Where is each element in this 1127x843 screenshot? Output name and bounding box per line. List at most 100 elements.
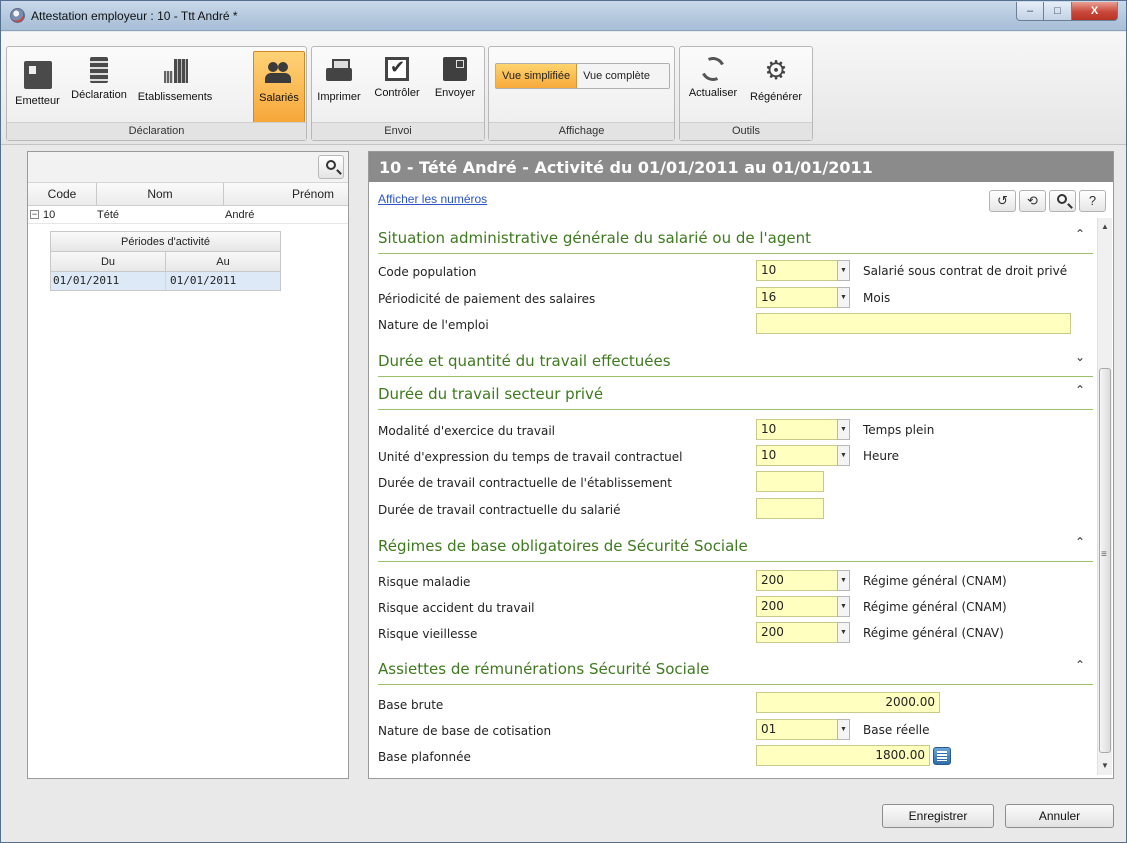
chevron-up-icon[interactable]: ⌃: [1075, 383, 1085, 397]
search-button[interactable]: [318, 155, 344, 179]
chevron-down-icon[interactable]: ▼: [837, 622, 850, 643]
scroll-up-icon[interactable]: ▲: [1098, 220, 1112, 234]
base-brute-field[interactable]: 2000.00: [756, 692, 940, 713]
vertical-scrollbar[interactable]: ▲ ▼: [1097, 218, 1112, 775]
section-header[interactable]: Situation administrative générale du sal…: [378, 223, 1093, 254]
employee-list-toolbar: [28, 152, 348, 183]
field-label: Nature de l'emploi: [378, 318, 489, 332]
chevron-up-icon[interactable]: ⌃: [1075, 535, 1085, 549]
section-header[interactable]: Durée du travail secteur privé ⌃: [378, 379, 1093, 410]
ribbon-group-label: Déclaration: [7, 122, 306, 140]
nature-base-field[interactable]: 01: [756, 719, 838, 740]
chevron-down-icon[interactable]: ▼: [837, 287, 850, 308]
column-header-au[interactable]: Au: [166, 252, 280, 271]
field-label: Unité d'expression du temps de travail c…: [378, 450, 683, 464]
period-start: 01/01/2011: [51, 272, 166, 290]
search-icon: [326, 160, 336, 170]
save-button[interactable]: Enregistrer: [882, 804, 994, 828]
field-description: Base réelle: [863, 723, 930, 737]
risque-accident-field[interactable]: 200: [756, 596, 838, 617]
field-label: Modalité d'exercice du travail: [378, 424, 555, 438]
search-button[interactable]: [1049, 190, 1076, 212]
printer-icon: [325, 57, 353, 85]
detail-scroll-area[interactable]: Situation administrative générale du sal…: [369, 218, 1097, 774]
column-header-prenom[interactable]: Prénom: [224, 183, 348, 205]
field-label: Risque maladie: [378, 575, 471, 589]
section-title: Assiettes de rémunérations Sécurité Soci…: [378, 660, 710, 678]
ribbon: Emetteur Déclaration Etablissements Sala…: [1, 32, 1126, 145]
vue-simplifiee-option[interactable]: Vue simplifiée: [496, 64, 578, 88]
section-header[interactable]: Régimes de base obligatoires de Sécurité…: [378, 531, 1093, 562]
gears-icon: ⚙: [764, 55, 788, 85]
send-icon: [443, 57, 467, 81]
ribbon-group-affichage: Vue simplifiée Vue complète Affichage: [488, 46, 675, 141]
close-button[interactable]: X: [1072, 2, 1118, 21]
chevron-down-icon[interactable]: ▼: [837, 260, 850, 281]
undo-button[interactable]: ↺: [989, 190, 1016, 212]
show-numbers-link[interactable]: Afficher les numéros: [378, 192, 487, 206]
code-population-field[interactable]: 10: [756, 260, 838, 281]
duree-etablissement-field[interactable]: [756, 471, 824, 492]
field-description: Régime général (CNAV): [863, 626, 1004, 640]
salaries-button[interactable]: Salariés: [253, 51, 305, 123]
scroll-down-icon[interactable]: ▼: [1098, 759, 1112, 773]
emetteur-button[interactable]: Emetteur: [11, 51, 64, 121]
field-label: Base plafonnée: [378, 750, 471, 764]
envoyer-button[interactable]: Envoyer: [429, 51, 481, 121]
undo-icon: ↺: [997, 193, 1008, 208]
chevron-down-icon[interactable]: ▼: [837, 419, 850, 440]
field-description: Régime général (CNAM): [863, 600, 1007, 614]
table-row[interactable]: 01/01/2011 01/01/2011: [51, 272, 280, 290]
chevron-down-icon[interactable]: ▼: [837, 570, 850, 591]
field-label: Base brute: [378, 698, 444, 712]
chevron-up-icon[interactable]: ⌃: [1075, 227, 1085, 241]
detail-title: 10 - Tété André - Activité du 01/01/2011…: [369, 152, 1113, 182]
refresh-button[interactable]: ⟲: [1019, 190, 1046, 212]
regenerer-button[interactable]: ⚙ Régénérer: [744, 51, 808, 121]
section-header[interactable]: Assiettes de rémunérations Sécurité Soci…: [378, 654, 1093, 685]
document-icon: [90, 57, 108, 83]
collapse-icon[interactable]: −: [30, 210, 39, 219]
field-label: Nature de base de cotisation: [378, 724, 552, 738]
view-toggle[interactable]: Vue simplifiée Vue complète: [495, 63, 670, 89]
risque-maladie-field[interactable]: 200: [756, 570, 838, 591]
column-header-du[interactable]: Du: [51, 252, 166, 271]
calculator-icon[interactable]: [933, 747, 951, 765]
field-label: Durée de travail contractuelle du salari…: [378, 503, 621, 517]
ribbon-group-outils: Actualiser ⚙ Régénérer Outils: [679, 46, 813, 141]
controler-button[interactable]: Contrôler: [367, 51, 427, 121]
chevron-up-icon[interactable]: ⌃: [1075, 658, 1085, 672]
column-header-code[interactable]: Code: [28, 183, 97, 205]
etablissements-button[interactable]: Etablissements: [135, 51, 215, 121]
scroll-thumb[interactable]: [1099, 368, 1111, 753]
chevron-down-icon[interactable]: ▼: [837, 596, 850, 617]
modalite-field[interactable]: 10: [756, 419, 838, 440]
section-header[interactable]: Durée et quantité du travail effectuées …: [378, 346, 1093, 377]
section-title: Durée du travail secteur privé: [378, 385, 604, 403]
help-button[interactable]: ?: [1079, 190, 1106, 212]
nature-emploi-field[interactable]: [756, 313, 1071, 334]
id-card-icon: [23, 61, 52, 89]
duree-salarie-field[interactable]: [756, 498, 824, 519]
column-header-nom[interactable]: Nom: [97, 183, 224, 205]
vue-complete-option[interactable]: Vue complète: [577, 64, 656, 88]
risque-vieillesse-field[interactable]: 200: [756, 622, 838, 643]
title-bar[interactable]: Attestation employeur : 10 - Ttt André *…: [1, 1, 1126, 31]
refresh-icon: [697, 53, 729, 85]
employee-prenom: André: [225, 209, 255, 221]
unite-temps-field[interactable]: 10: [756, 445, 838, 466]
actualiser-button[interactable]: Actualiser: [684, 51, 742, 121]
imprimer-button[interactable]: Imprimer: [314, 51, 364, 121]
chevron-down-icon[interactable]: ⌄: [1075, 350, 1085, 364]
declaration-button[interactable]: Déclaration: [65, 51, 133, 121]
periodicite-field[interactable]: 16: [756, 287, 838, 308]
cancel-button[interactable]: Annuler: [1005, 804, 1114, 828]
maximize-button[interactable]: □: [1044, 2, 1072, 21]
base-plafonnee-field[interactable]: 1800.00: [756, 745, 930, 766]
chevron-down-icon[interactable]: ▼: [837, 445, 850, 466]
section-title: Durée et quantité du travail effectuées: [378, 352, 671, 370]
chevron-down-icon[interactable]: ▼: [837, 719, 850, 740]
minimize-button[interactable]: –: [1016, 2, 1044, 21]
activity-periods-grid: Périodes d'activité Du Au 01/01/2011 01/…: [50, 231, 281, 291]
table-row[interactable]: − 10 Tété André: [28, 206, 348, 224]
